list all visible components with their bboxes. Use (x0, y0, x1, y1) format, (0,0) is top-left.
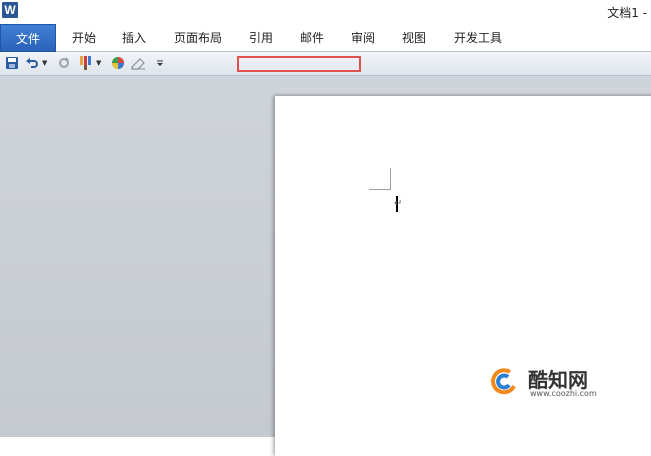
undo-dropdown-icon[interactable]: ▼ (42, 58, 48, 68)
document-title: 文档1 - (607, 6, 647, 20)
eraser-icon[interactable] (130, 55, 146, 71)
word-logo-icon[interactable]: W (2, 2, 18, 18)
tab-file[interactable]: 文件 (0, 24, 56, 52)
tab-developer[interactable]: 开发工具 (448, 24, 508, 52)
color-palette-icon[interactable] (110, 55, 126, 71)
tab-review[interactable]: 审阅 (345, 24, 381, 52)
undo-icon[interactable] (24, 55, 40, 71)
title-bar: W 文档1 - (0, 0, 651, 24)
format-painter-icon[interactable] (78, 55, 94, 71)
document-page[interactable]: ↵ (275, 96, 651, 456)
ribbon-tab-bar: 文件 开始 插入 页面布局 引用 邮件 审阅 视图 开发工具 (0, 24, 651, 52)
tab-mailings[interactable]: 邮件 (294, 24, 330, 52)
watermark-logo-icon (491, 368, 516, 395)
redo-icon[interactable] (56, 55, 72, 71)
tab-references[interactable]: 引用 (243, 24, 279, 52)
watermark-url: www.coozhi.com (530, 389, 597, 398)
highlight-box (237, 56, 361, 72)
customize-dropdown-icon[interactable] (152, 55, 168, 71)
tab-view[interactable]: 视图 (396, 24, 432, 52)
paragraph-mark-icon: ↵ (394, 198, 403, 209)
margin-corner-mark (369, 168, 391, 190)
save-icon[interactable] (4, 55, 20, 71)
tab-home[interactable]: 开始 (66, 24, 102, 52)
tab-page-layout[interactable]: 页面布局 (170, 24, 226, 52)
format-painter-dropdown-icon[interactable]: ▼ (96, 58, 102, 68)
watermark: 酷知网 www.coozhi.com (488, 362, 648, 402)
tab-insert[interactable]: 插入 (116, 24, 152, 52)
